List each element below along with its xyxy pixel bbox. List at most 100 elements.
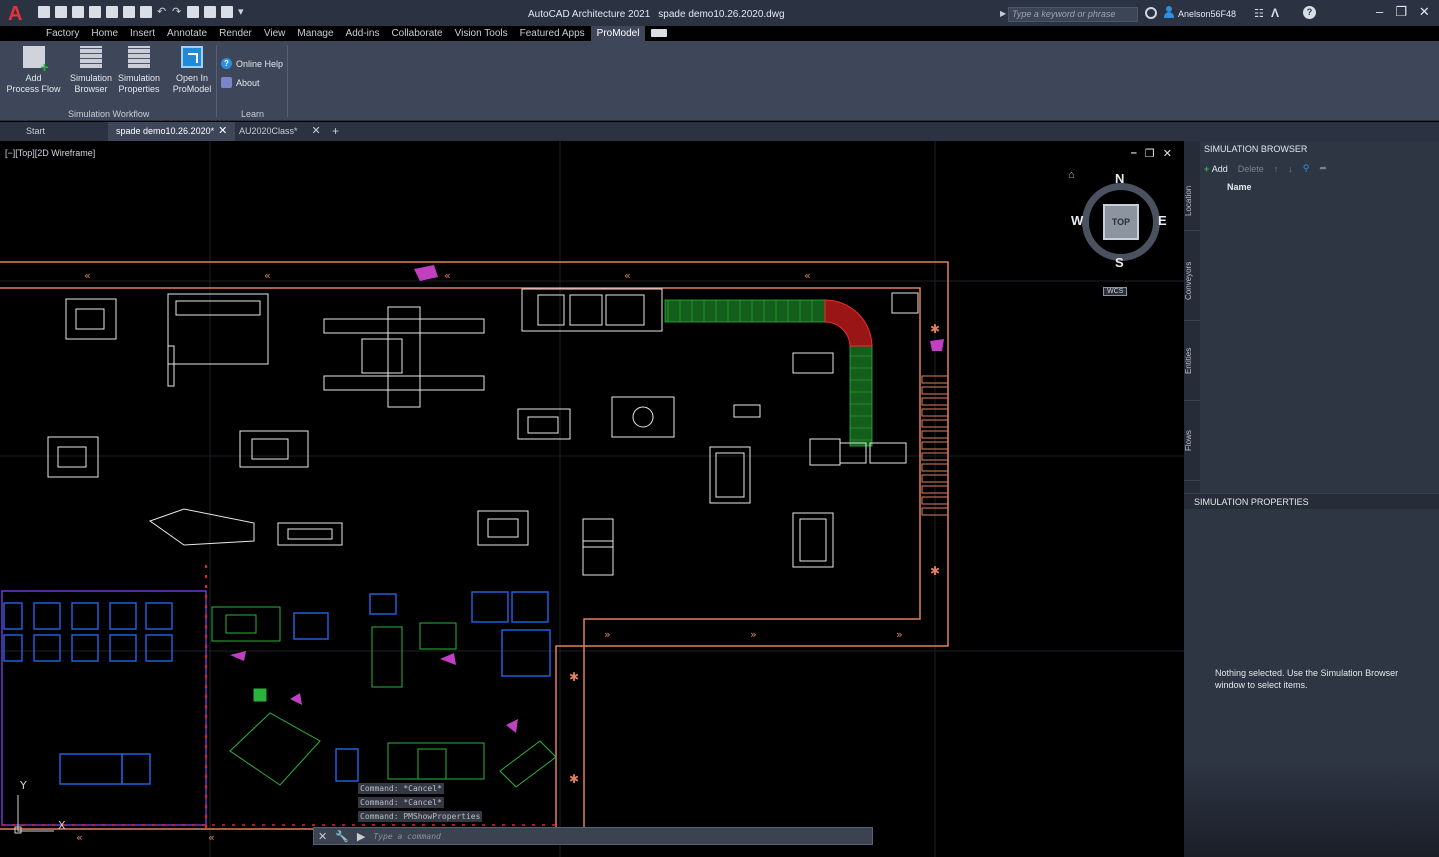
app-name: AutoCAD Architecture 2021 [528,9,651,20]
tab-location[interactable]: Location [1184,171,1200,231]
home-icon[interactable]: ⌂ [1068,169,1075,181]
plot-icon[interactable] [123,6,135,18]
tab-start-label: Start [26,126,46,136]
command-history: Command: *Cancel* Command: *Cancel* Comm… [358,783,483,825]
blue-equipment[interactable] [3,591,551,785]
svg-text:✱: ✱ [930,322,940,336]
compass-east[interactable]: E [1158,213,1167,228]
tab-home[interactable]: Home [85,26,124,41]
cart-icon[interactable]: ☷ [1254,7,1264,20]
close-tab-icon[interactable]: ✕ [312,125,321,137]
new-icon[interactable] [38,6,50,18]
search-expand-icon[interactable]: ▶ [1000,9,1006,18]
about-icon [221,77,232,88]
tab-annotate[interactable]: Annotate [161,26,213,41]
drawing-viewport[interactable]: ««««« »»» «« ✱ ✱ ✱ ✱ Y X [−][Top][2D Wir… [0,141,1184,857]
open-in-promodel-button[interactable]: Open In ProModel [170,46,214,95]
tab-promodel[interactable]: ProModel [590,26,646,41]
command-customize-icon[interactable]: 🔧 [335,830,349,843]
move-up-icon[interactable]: ↑ [1274,164,1279,174]
a360-icon[interactable]: Λ [1271,6,1279,20]
close-icon[interactable]: ✕ [1419,4,1430,20]
tab-insert[interactable]: Insert [124,26,161,41]
minimize-icon[interactable]: – [1376,4,1383,20]
window-controls: – ❐ ✕ [1376,4,1430,20]
redo-icon[interactable]: ↷ [172,6,182,18]
floor-plan-drawing[interactable]: ««««« »»» «« ✱✱✱✱ Y X [0,141,1184,857]
share-arrow-icon[interactable]: ➦ [1319,163,1327,174]
simulation-browser-label-2: Browser [74,84,108,94]
tab-start[interactable]: Start [18,122,53,141]
open-icon[interactable] [55,6,67,18]
user-name[interactable]: Anelson56F48 [1178,9,1236,19]
svg-text:✱: ✱ [569,670,579,684]
tab-vision-tools[interactable]: Vision Tools [449,26,514,41]
compass-north[interactable]: N [1115,171,1124,186]
save-as-icon[interactable] [89,6,101,18]
tab-view[interactable]: View [258,26,292,41]
viewcube[interactable]: ⌂ TOP N S E W WCS [1068,169,1178,299]
move-down-icon[interactable]: ↓ [1288,164,1293,174]
simulation-browser-icon [80,46,102,68]
viewport-controls-label[interactable]: [−][Top][2D Wireframe] [5,148,95,158]
tab-collaborate[interactable]: Collaborate [385,26,448,41]
tab-au2020class[interactable]: AU2020Class* ✕ [231,122,329,141]
magenta-operators[interactable] [230,265,944,733]
tab-manage[interactable]: Manage [291,26,339,41]
ribbon-minimize-icon[interactable] [651,29,668,37]
viewport-restore-icon[interactable]: ❐ [1145,147,1155,160]
wcs-menu[interactable]: WCS [1103,287,1128,296]
find-icon[interactable]: ⚲ [1303,163,1310,174]
compass-west[interactable]: W [1071,213,1083,228]
delete-button[interactable]: Delete [1238,164,1264,174]
red-conveyor-curve[interactable] [824,299,873,347]
layer-icon[interactable] [221,6,233,18]
tab-entities[interactable]: Entities [1184,321,1200,401]
workspace-icon[interactable] [204,6,216,18]
new-tab-button[interactable]: + [324,122,347,141]
tab-flows[interactable]: Flows [1184,401,1200,481]
search-input[interactable]: Type a keyword or phrase [1008,7,1138,22]
command-close-icon[interactable]: ✕ [318,830,327,843]
online-help-button[interactable]: ? Online Help [221,58,283,69]
about-button[interactable]: About [221,77,260,88]
simulation-properties-button[interactable]: Simulation Properties [116,46,162,95]
simulation-browser-button[interactable]: Simulation Browser [68,46,114,95]
tab-spade-demo[interactable]: spade demo10.26.2020* ✕ [108,122,236,141]
undo-icon[interactable]: ↶ [157,6,167,18]
search-icon[interactable] [1145,7,1157,19]
green-equipment[interactable] [211,606,557,788]
autocad-logo-icon[interactable]: A [8,3,26,25]
tab-add-ins[interactable]: Add-ins [340,26,386,41]
publish-icon[interactable] [106,6,118,18]
command-input[interactable]: Type a command [373,832,440,841]
tab-spade-demo-label: spade demo10.26.2020* [116,126,215,136]
user-icon[interactable] [1164,6,1174,18]
print-icon[interactable] [140,6,152,18]
compass-south[interactable]: S [1115,255,1124,270]
viewport-close-icon[interactable]: ✕ [1163,147,1172,160]
qat-dropdown-icon[interactable]: ▾ [238,6,248,18]
open-in-promodel-label-1: Open In [175,73,209,83]
command-prompt-icon[interactable]: ▶ [357,830,365,843]
close-tab-icon[interactable]: ✕ [218,125,227,137]
simulation-properties-title: SIMULATION PROPERTIES [1194,497,1309,507]
save-icon[interactable] [72,6,84,18]
share-icon[interactable] [187,6,199,18]
name-column-header[interactable]: Name [1227,182,1252,192]
tab-render[interactable]: Render [213,26,258,41]
restore-icon[interactable]: ❐ [1395,4,1407,20]
add-button[interactable]: Add [1204,164,1228,174]
simulation-properties-label-2: Properties [118,84,160,94]
white-equipment[interactable] [47,288,919,576]
tab-conveyors[interactable]: Conveyors [1184,241,1200,321]
simulation-properties-header: SIMULATION PROPERTIES [1184,493,1439,509]
add-process-flow-label-2: Process Flow [6,84,61,94]
viewcube-top-face[interactable]: TOP [1103,204,1139,240]
tab-featured-apps[interactable]: Featured Apps [514,26,591,41]
tab-factory[interactable]: Factory [40,26,85,41]
viewport-minimize-icon[interactable]: – [1131,147,1137,160]
add-process-flow-button[interactable]: Add Process Flow [6,46,61,95]
help-icon[interactable]: ? [1303,6,1316,19]
open-in-promodel-label-2: ProModel [172,84,212,94]
